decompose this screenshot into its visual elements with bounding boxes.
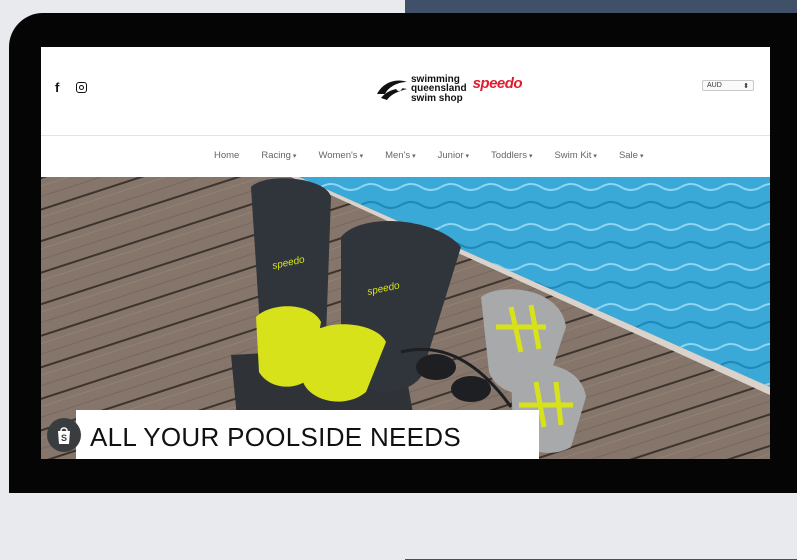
store-logo[interactable]: swimming queensland swim shop speedo bbox=[375, 69, 523, 109]
currency-select[interactable]: AUD ⬍ bbox=[702, 80, 754, 91]
background-strip bbox=[0, 485, 797, 559]
facebook-icon[interactable]: f bbox=[55, 80, 63, 95]
store-screen: f swimming queensland swim shop speedo A… bbox=[41, 47, 770, 459]
nav-toddlers[interactable]: Toddlers ▾ bbox=[491, 150, 532, 161]
nav-home[interactable]: Home bbox=[214, 150, 239, 161]
nav-sale[interactable]: Sale ▾ bbox=[619, 150, 644, 161]
social-links: f bbox=[55, 80, 87, 95]
nav-junior[interactable]: Junior ▾ bbox=[438, 150, 469, 161]
nav-label: Home bbox=[214, 150, 240, 161]
caret-down-icon: ▾ bbox=[292, 153, 297, 160]
hero-headline: ALL YOUR POOLSIDE NEEDS bbox=[90, 422, 462, 452]
shopify-bag-icon: S bbox=[47, 418, 81, 452]
logo-line-3: swim shop bbox=[411, 92, 463, 104]
nav-womens[interactable]: Women's ▾ bbox=[318, 150, 363, 161]
currency-value: AUD bbox=[707, 82, 722, 89]
nav-label: Sale bbox=[618, 150, 638, 161]
instagram-icon[interactable] bbox=[76, 82, 87, 93]
caret-down-icon: ▾ bbox=[593, 153, 597, 160]
nav-mens[interactable]: Men's ▾ bbox=[385, 150, 416, 161]
logo-wordmark: swimming queensland swim shop bbox=[411, 75, 467, 104]
select-arrows-icon: ⬍ bbox=[743, 82, 749, 90]
nav-label: Women's bbox=[318, 150, 358, 161]
nav-label: Men's bbox=[385, 150, 411, 161]
swimmer-logo-icon bbox=[377, 80, 407, 100]
caret-down-icon: ▾ bbox=[639, 153, 644, 160]
caret-down-icon: ▾ bbox=[465, 153, 470, 160]
caret-down-icon: ▾ bbox=[359, 153, 364, 160]
nav-label: Swim Kit bbox=[554, 150, 592, 161]
nav-label: Junior bbox=[437, 150, 464, 161]
store-header: f swimming queensland swim shop speedo A… bbox=[41, 47, 770, 136]
nav-racing[interactable]: Racing ▾ bbox=[261, 150, 296, 161]
svg-text:S: S bbox=[61, 433, 67, 443]
caret-down-icon: ▾ bbox=[412, 153, 416, 160]
nav-swim-kit[interactable]: Swim Kit ▾ bbox=[554, 150, 596, 161]
nav-label: Toddlers bbox=[491, 150, 527, 161]
speedo-logo: speedo bbox=[472, 74, 523, 92]
caret-down-icon: ▾ bbox=[528, 153, 533, 160]
nav-label: Racing bbox=[261, 150, 291, 161]
main-navigation: Home Racing ▾ Women's ▾ Men's ▾ Junior ▾ Tod… bbox=[41, 136, 770, 176]
